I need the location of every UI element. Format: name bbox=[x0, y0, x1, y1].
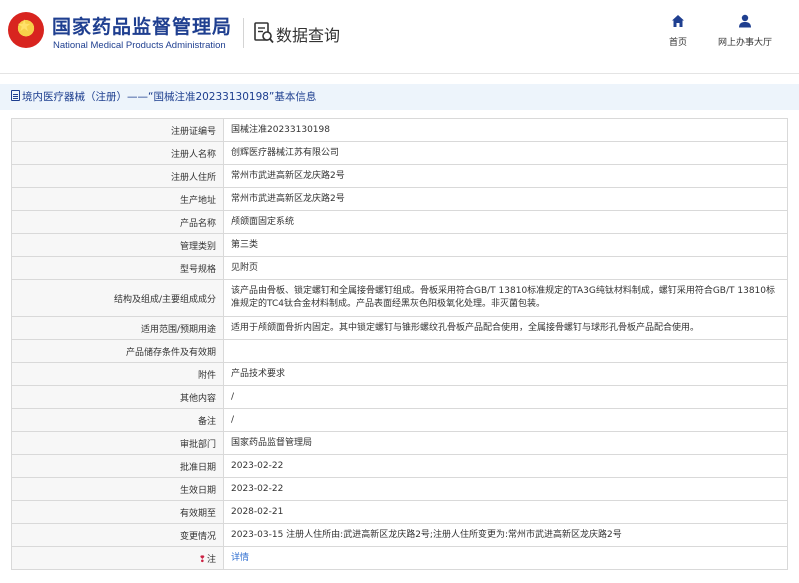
row-label: 生产地址 bbox=[11, 187, 224, 211]
row-value: 见附页 bbox=[223, 256, 788, 280]
row-label: 管理类别 bbox=[11, 233, 224, 257]
row-value: / bbox=[223, 408, 788, 432]
row-value: 2023-02-22 bbox=[223, 477, 788, 501]
row-value: 颅颌面固定系统 bbox=[223, 210, 788, 234]
row-value: / bbox=[223, 385, 788, 409]
nav-home[interactable]: 首页 bbox=[664, 14, 692, 48]
row-value bbox=[223, 339, 788, 363]
table-row: 其他内容 / bbox=[11, 385, 788, 409]
row-label: 适用范围/预期用途 bbox=[11, 316, 224, 340]
row-label: 注册人名称 bbox=[11, 141, 224, 165]
nav-online-office[interactable]: 网上办事大厅 bbox=[716, 14, 774, 48]
row-value: 国械注准20233130198 bbox=[223, 118, 788, 142]
row-label: 生效日期 bbox=[11, 477, 224, 501]
row-label: 附件 bbox=[11, 362, 224, 386]
breadcrumb: 境内医疗器械（注册）——“国械注准20233130198”基本信息 bbox=[11, 89, 316, 104]
row-label: 产品储存条件及有效期 bbox=[11, 339, 224, 363]
table-row: 型号规格 见附页 bbox=[11, 256, 788, 280]
row-label: 其他内容 bbox=[11, 385, 224, 409]
row-value: 国家药品监督管理局 bbox=[223, 431, 788, 455]
table-row: 产品储存条件及有效期 bbox=[11, 339, 788, 363]
row-value: 适用于颅颌面骨折内固定。其中锁定螺钉与锥形螺纹孔骨板产品配合使用，全属接骨螺钉与… bbox=[223, 316, 788, 340]
nav-online-office-label: 网上办事大厅 bbox=[717, 38, 772, 48]
breadcrumb-text: 境内医疗器械（注册）——“国械注准20233130198”基本信息 bbox=[22, 91, 317, 103]
nav-home-label: 首页 bbox=[668, 38, 687, 48]
row-label: 变更情况 bbox=[11, 523, 224, 547]
table-row: 结构及组成/主要组成成分 该产品由骨板、锁定螺钉和全属接骨螺钉组成。骨板采用符合G… bbox=[11, 279, 788, 317]
site-header: 国家药品监督管理局 National Medical Products Admi… bbox=[0, 0, 799, 74]
row-label: 注册人住所 bbox=[11, 164, 224, 188]
data-query-icon bbox=[254, 22, 274, 44]
document-icon bbox=[11, 90, 20, 101]
row-label: 审批部门 bbox=[11, 431, 224, 455]
table-row: 适用范围/预期用途 适用于颅颌面骨折内固定。其中锁定螺钉与锥形螺纹孔骨板产品配合使… bbox=[11, 316, 788, 340]
row-label: 型号规格 bbox=[11, 256, 224, 280]
data-query-title[interactable]: 数据查询 bbox=[276, 22, 340, 46]
table-row: 注册证编号 国械注准20233130198 bbox=[11, 118, 788, 142]
row-label: 有效期至 bbox=[11, 500, 224, 524]
table-row: 变更情况 2023-03-15 注册人住所由:武进高新区龙庆路2号;注册人住所变更… bbox=[11, 523, 788, 547]
row-value: 该产品由骨板、锁定螺钉和全属接骨螺钉组成。骨板采用符合GB/T 13810标准规… bbox=[223, 279, 788, 317]
row-value: 2023-03-15 注册人住所由:武进高新区龙庆路2号;注册人住所变更为:常州… bbox=[223, 523, 788, 547]
table-row: 有效期至 2028-02-21 bbox=[11, 500, 788, 524]
details-link[interactable]: 详情 bbox=[231, 553, 249, 563]
national-emblem-logo bbox=[8, 12, 44, 48]
row-label: 注册证编号 bbox=[11, 118, 224, 142]
row-value: 2023-02-22 bbox=[223, 454, 788, 478]
table-row: 生产地址 常州市武进高新区龙庆路2号 bbox=[11, 187, 788, 211]
row-label: 结构及组成/主要组成成分 bbox=[11, 279, 224, 317]
table-row: 注册人住所 常州市武进高新区龙庆路2号 bbox=[11, 164, 788, 188]
row-value: 常州市武进高新区龙庆路2号 bbox=[223, 187, 788, 211]
home-icon bbox=[672, 15, 684, 27]
row-label: 产品名称 bbox=[11, 210, 224, 234]
table-row: 管理类别 第三类 bbox=[11, 233, 788, 257]
table-row: 产品名称 颅颌面固定系统 bbox=[11, 210, 788, 234]
table-row: 批准日期 2023-02-22 bbox=[11, 454, 788, 478]
row-value: 详情 bbox=[223, 546, 788, 570]
site-title: 国家药品监督管理局 bbox=[52, 16, 233, 38]
table-row: 生效日期 2023-02-22 bbox=[11, 477, 788, 501]
table-row: 附件 产品技术要求 bbox=[11, 362, 788, 386]
row-value: 第三类 bbox=[223, 233, 788, 257]
user-icon bbox=[739, 14, 751, 28]
header-divider bbox=[243, 18, 244, 48]
table-row: 备注 / bbox=[11, 408, 788, 432]
registration-info-table: 注册证编号 国械注准20233130198 注册人名称 创辉医疗器械江苏有限公司 注… bbox=[11, 118, 788, 570]
row-label: 备注 bbox=[11, 408, 224, 432]
row-label-note: 注 bbox=[11, 546, 224, 570]
table-row: 注册人名称 创辉医疗器械江苏有限公司 bbox=[11, 141, 788, 165]
row-value: 产品技术要求 bbox=[223, 362, 788, 386]
table-row: 审批部门 国家药品监督管理局 bbox=[11, 431, 788, 455]
row-value: 常州市武进高新区龙庆路2号 bbox=[223, 164, 788, 188]
row-value: 创辉医疗器械江苏有限公司 bbox=[223, 141, 788, 165]
row-value: 2028-02-21 bbox=[223, 500, 788, 524]
table-row: 注详情 bbox=[11, 546, 788, 570]
site-subtitle: National Medical Products Administration bbox=[53, 40, 226, 51]
row-label: 批准日期 bbox=[11, 454, 224, 478]
